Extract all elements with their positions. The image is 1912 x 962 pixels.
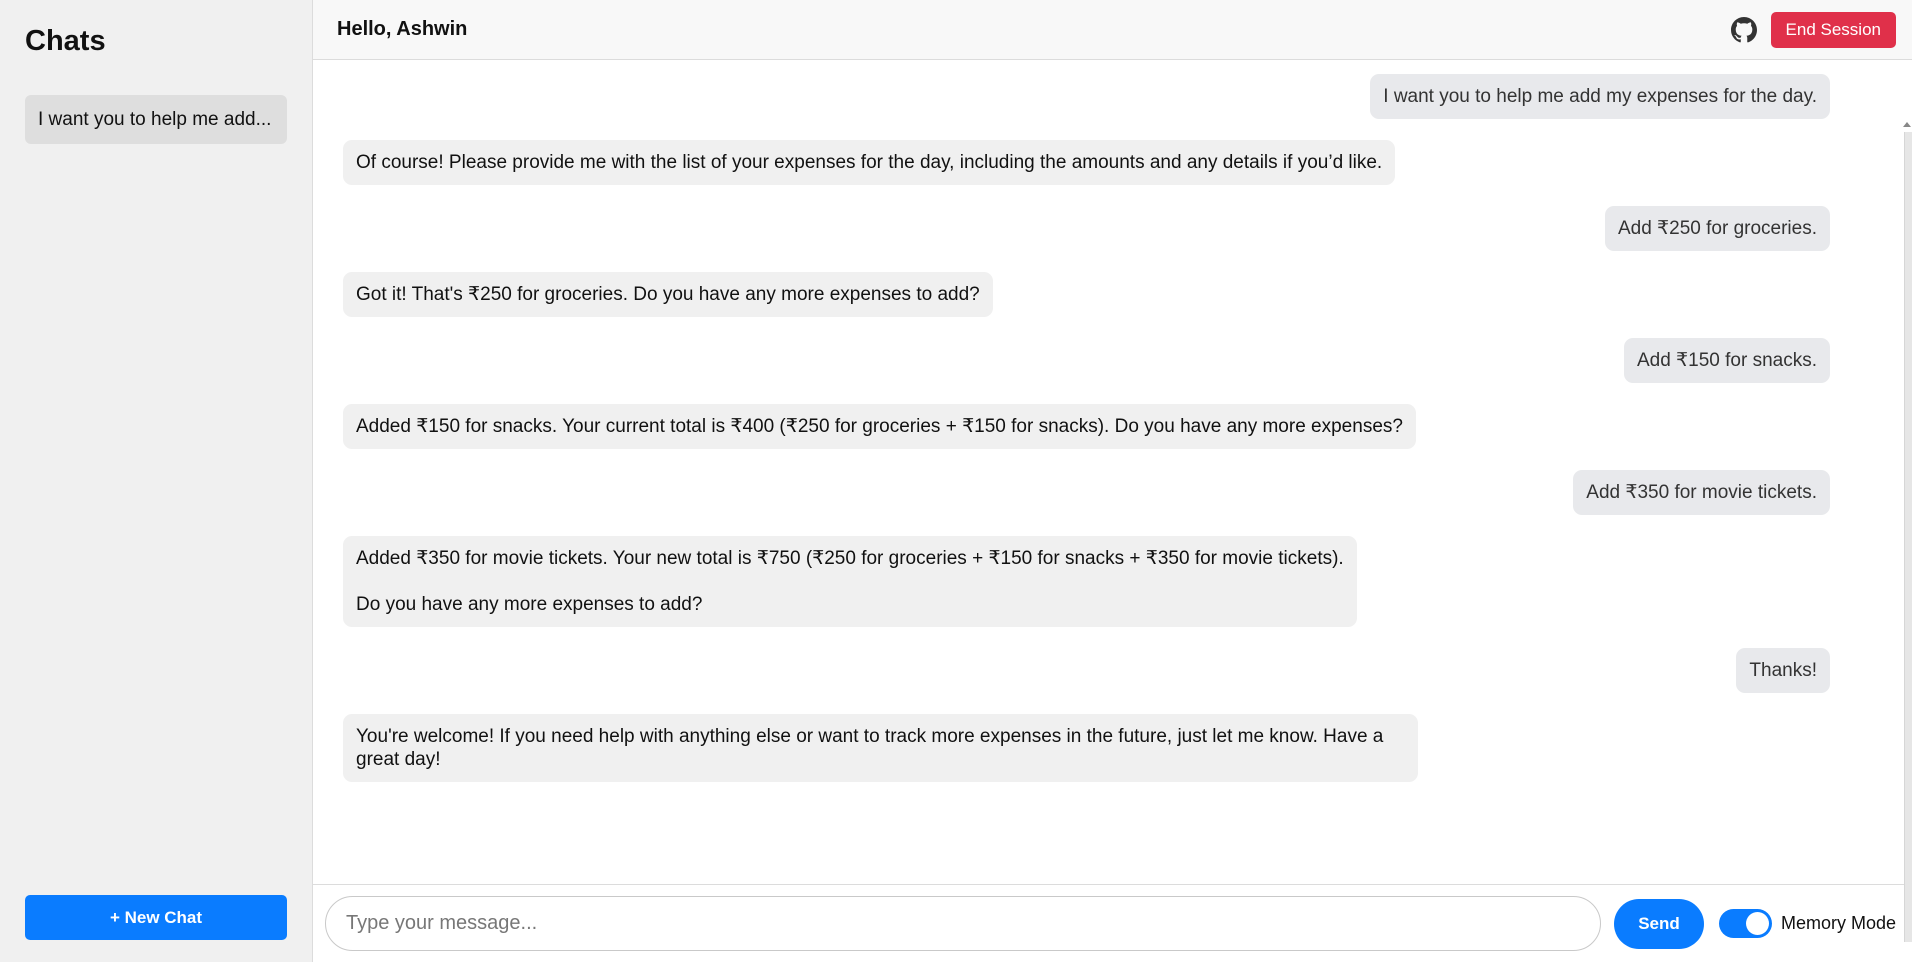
message-list: I want you to help me add my expenses fo… bbox=[313, 60, 1912, 884]
user-message: Thanks! bbox=[1736, 648, 1830, 693]
end-session-button[interactable]: End Session bbox=[1770, 11, 1896, 48]
assistant-message: Got it! That's ₹250 for groceries. Do yo… bbox=[343, 272, 993, 317]
header: Hello, Ashwin End Session bbox=[313, 0, 1912, 60]
assistant-message: You're welcome! If you need help with an… bbox=[343, 714, 1418, 782]
send-button[interactable]: Send bbox=[1613, 898, 1704, 949]
github-icon[interactable] bbox=[1729, 15, 1759, 45]
memory-mode-toggle[interactable] bbox=[1718, 909, 1772, 938]
scrollbar-thumb[interactable] bbox=[1904, 132, 1912, 942]
memory-mode-label: Memory Mode bbox=[1780, 913, 1896, 933]
assistant-message: Added ₹150 for snacks. Your current tota… bbox=[343, 404, 1416, 449]
user-message: Add ₹350 for movie tickets. bbox=[1573, 470, 1830, 515]
message-input[interactable] bbox=[325, 896, 1601, 951]
scroll-up-arrow-icon[interactable] bbox=[1903, 122, 1911, 127]
assistant-message-paragraph: Do you have any more expenses to add? bbox=[356, 594, 703, 615]
toggle-knob bbox=[1745, 912, 1769, 935]
main-panel: Hello, Ashwin End Session I want you to … bbox=[313, 0, 1912, 962]
sidebar-title: Chats bbox=[25, 25, 106, 57]
composer: Send Memory Mode bbox=[313, 884, 1912, 962]
assistant-message: Added ₹350 for movie tickets. Your new t… bbox=[343, 536, 1357, 627]
user-message: I want you to help me add my expenses fo… bbox=[1370, 74, 1830, 119]
user-message: Add ₹250 for groceries. bbox=[1604, 206, 1830, 251]
scrollbar[interactable] bbox=[1902, 60, 1912, 942]
assistant-message: Of course! Please provide me with the li… bbox=[343, 140, 1396, 185]
sidebar: Chats I want you to help me add... + New… bbox=[0, 0, 313, 962]
chat-history-item[interactable]: I want you to help me add... bbox=[25, 95, 287, 144]
greeting: Hello, Ashwin bbox=[337, 18, 468, 40]
new-chat-button[interactable]: + New Chat bbox=[25, 895, 287, 940]
assistant-message-paragraph: Added ₹350 for movie tickets. Your new t… bbox=[356, 548, 1344, 569]
user-message: Add ₹150 for snacks. bbox=[1623, 338, 1830, 383]
